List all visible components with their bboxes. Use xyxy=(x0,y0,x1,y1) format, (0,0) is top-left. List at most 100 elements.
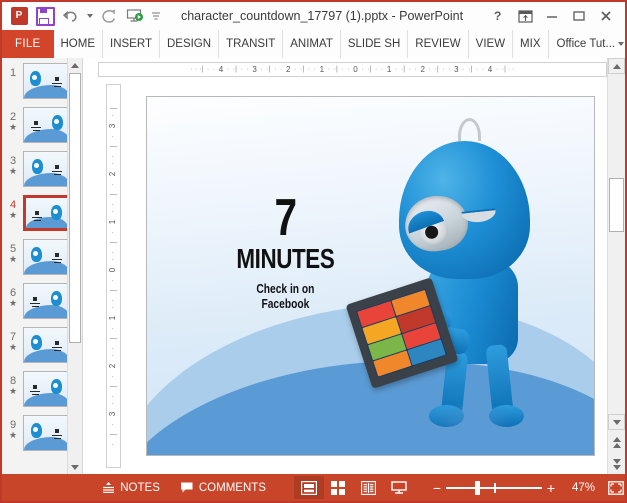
ruler-label: 0 xyxy=(353,64,358,74)
ruler-unit: | · · 4 · · xyxy=(470,64,505,74)
account-menu[interactable]: Office Tut... xyxy=(549,30,626,58)
redo-arrow-glyph xyxy=(102,9,116,23)
powerpoint-logo-glyph: P xyxy=(10,7,28,25)
normal-view-icon xyxy=(300,480,317,495)
thumb-text-lines xyxy=(52,341,62,353)
ruler-label: 3 xyxy=(454,64,459,74)
status-bar: NOTES COMMENTS − + 47% xyxy=(2,474,625,501)
ribbon-tab-bar: FILE HOME INSERT DESIGN TRANSIT ANIMAT S… xyxy=(2,30,625,58)
ruler-label: 2 xyxy=(108,171,118,176)
zoom-percentage[interactable]: 47% xyxy=(572,482,595,494)
thumb-character xyxy=(51,205,62,220)
maximize-icon xyxy=(573,11,585,21)
zoom-slider-thumb[interactable] xyxy=(474,480,480,495)
zoom-slider[interactable] xyxy=(445,480,542,495)
tab-review[interactable]: REVIEW xyxy=(408,30,469,58)
customize-qat-icon[interactable] xyxy=(149,5,163,27)
notes-button[interactable]: NOTES xyxy=(92,474,170,501)
thumb-character xyxy=(51,379,62,394)
previous-slide-button[interactable] xyxy=(608,432,625,452)
thumb-text-lines xyxy=(30,297,40,309)
thumbnail-meta: 1 xyxy=(6,63,20,79)
tab-mix[interactable]: MIX xyxy=(513,30,549,58)
thumbnail-meta: 7 ★ xyxy=(6,327,20,352)
scroll-down-arrow xyxy=(608,414,625,430)
animation-star-icon: ★ xyxy=(8,210,18,220)
triangle-up-icon xyxy=(612,436,621,442)
save-icon[interactable] xyxy=(33,5,57,27)
next-slide-button[interactable] xyxy=(608,454,625,474)
svg-text:?: ? xyxy=(494,9,501,23)
minimize-button[interactable] xyxy=(539,5,565,27)
comments-button[interactable]: COMMENTS xyxy=(170,474,276,501)
ruler-unit: · 0 · | · xyxy=(108,257,118,302)
slide-sorter-view-button[interactable] xyxy=(324,476,354,499)
thumb-text-lines xyxy=(31,121,41,133)
ruler-tick: | · · xyxy=(504,66,515,73)
tab-transitions[interactable]: TRANSIT xyxy=(219,30,284,58)
undo-dropdown-icon[interactable] xyxy=(85,5,95,27)
scroll-up-button[interactable] xyxy=(608,58,625,74)
thumb-wave xyxy=(24,173,70,186)
thumb-wave xyxy=(24,261,70,274)
zoom-slider-midpoint xyxy=(493,482,496,493)
ribbon-display-options-button[interactable] xyxy=(512,5,538,27)
ruler-unit: | · · 1 · · xyxy=(302,64,336,74)
triangle-down-icon xyxy=(71,464,79,470)
slide-subtitle: Check in on Facebook xyxy=(212,282,359,313)
animation-star-icon: ★ xyxy=(8,430,18,440)
reading-view-button[interactable] xyxy=(354,476,384,499)
thumb-character xyxy=(31,423,42,438)
ruler-label: 2 xyxy=(420,64,425,74)
current-slide[interactable]: 7 MINUTES Check in on Facebook xyxy=(146,96,595,456)
slideshow-screen-glyph xyxy=(126,9,143,22)
tab-slide-show[interactable]: SLIDE SH xyxy=(341,30,409,58)
help-button[interactable]: ? xyxy=(485,5,511,27)
comments-label: COMMENTS xyxy=(198,481,266,494)
antenna-icon xyxy=(458,118,482,142)
fit-to-window-button[interactable] xyxy=(607,480,625,496)
triangle-down-icon xyxy=(612,419,621,425)
ruler-label: 3 xyxy=(108,411,118,416)
tab-animations[interactable]: ANIMAT xyxy=(283,30,341,58)
zoom-out-button[interactable]: − xyxy=(428,481,446,495)
ruler-unit: | · · 3 · · xyxy=(436,64,471,74)
character-head xyxy=(398,140,531,280)
maximize-button[interactable] xyxy=(566,5,592,27)
undo-icon[interactable] xyxy=(59,5,83,27)
tab-home[interactable]: HOME xyxy=(54,30,103,58)
close-button[interactable] xyxy=(593,5,619,27)
scroll-down-button[interactable] xyxy=(608,414,625,430)
account-name: Office Tut... xyxy=(556,38,616,50)
ruler-unit: | · · 3 · · xyxy=(235,64,269,74)
ruler-label: 2 xyxy=(108,363,118,368)
thumbnail-scroll-up-button[interactable] xyxy=(68,58,82,72)
slide-text-block[interactable]: 7 MINUTES Check in on Facebook xyxy=(196,191,375,313)
ruler-unit: · 3 · | · xyxy=(108,113,118,158)
zoom-in-button[interactable]: + xyxy=(542,481,560,495)
ruler-unit: · 1 · | · xyxy=(108,305,118,350)
scrollbar-thumb[interactable] xyxy=(609,178,624,232)
double-triangle-down-icon xyxy=(612,458,621,470)
quick-access-toolbar: P xyxy=(2,5,163,27)
animation-star-icon: ★ xyxy=(8,298,18,308)
thumbnail-scrollbar-thumb[interactable] xyxy=(69,73,81,343)
thumb-text-lines xyxy=(32,211,42,223)
animation-star-icon: ★ xyxy=(8,254,18,264)
triangle-down-icon xyxy=(612,458,621,464)
normal-view-button[interactable] xyxy=(293,476,324,499)
slide-scrollbar[interactable] xyxy=(607,58,625,474)
tab-insert[interactable]: INSERT xyxy=(103,30,160,58)
tab-file[interactable]: FILE xyxy=(2,30,54,58)
thumbnail-image xyxy=(23,327,71,363)
redo-icon[interactable] xyxy=(97,5,121,27)
thumbnail-scroll-down-button[interactable] xyxy=(68,460,82,474)
slide-show-button[interactable] xyxy=(384,476,414,499)
thumbnail-image-selected xyxy=(23,195,71,231)
tab-view[interactable]: VIEW xyxy=(469,30,514,58)
mascot-character-image[interactable] xyxy=(346,118,568,440)
start-slideshow-icon[interactable] xyxy=(123,5,147,27)
thumb-character xyxy=(52,115,63,130)
thumbnail-scrollbar[interactable] xyxy=(67,58,82,474)
tab-design[interactable]: DESIGN xyxy=(160,30,220,58)
